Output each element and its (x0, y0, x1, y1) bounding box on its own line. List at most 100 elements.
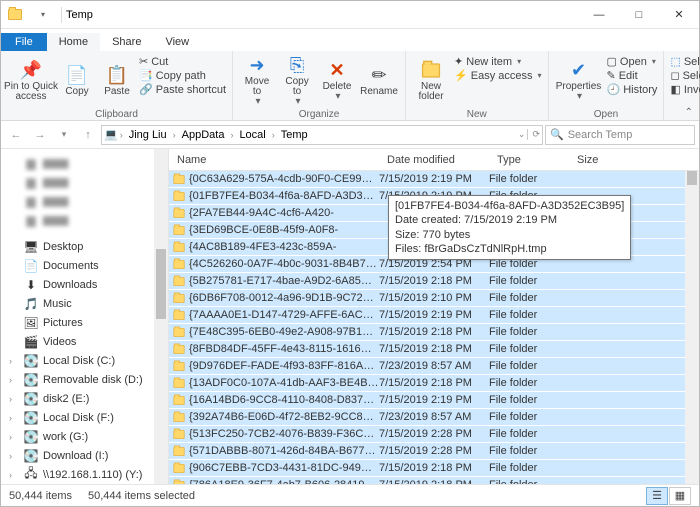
scroll-thumb[interactable] (156, 249, 166, 319)
tree-node[interactable]: ›💽Local Disk (C:) (1, 351, 168, 370)
tab-view[interactable]: View (153, 33, 201, 51)
new-item-button[interactable]: ✦New item▾ (454, 55, 541, 68)
properties-button[interactable]: ✔Properties▾ (553, 53, 605, 107)
file-row[interactable]: {571DABBB-8071-426d-84BA-B6778210...7/15… (169, 443, 699, 460)
expand-icon[interactable]: › (9, 375, 19, 385)
collapse-ribbon-button[interactable]: ⌃ (685, 107, 693, 118)
file-row[interactable]: {392A74B6-E06D-4f72-8EB2-9CC87A7AC...7/2… (169, 409, 699, 426)
chevron-right-icon[interactable]: › (272, 130, 275, 140)
up-button[interactable]: ↑ (77, 124, 99, 146)
tree-label: Download (I:) (43, 450, 108, 462)
col-name[interactable]: Name (169, 154, 379, 166)
paste-shortcut-button[interactable]: 🔗Paste shortcut (139, 83, 226, 96)
copy-button[interactable]: 📄Copy (57, 53, 97, 107)
tree-node[interactable]: ›💽Removable disk (D:) (1, 370, 168, 389)
col-date[interactable]: Date modified (379, 154, 489, 166)
select-all-button[interactable]: ⬚Select all (670, 55, 700, 68)
expand-icon[interactable]: › (9, 413, 19, 423)
file-name: {2FA7EB44-9A4C-4cf6-A420- (189, 207, 379, 219)
file-row[interactable]: {9D976DEF-FADE-4f93-83FF-816A05BE48...7/… (169, 358, 699, 375)
scrollbar[interactable] (685, 171, 699, 484)
dropdown-icon[interactable]: ⌄ (518, 129, 526, 140)
close-button[interactable]: ✕ (659, 1, 699, 29)
tree-node[interactable]: ⬇Downloads (1, 275, 168, 294)
path-seg[interactable]: Local (235, 129, 269, 141)
file-row[interactable]: {786A18E9-36F7-4ab7-B606-28419E7AAE...7/… (169, 477, 699, 484)
file-row[interactable]: {7E48C395-6EB0-49e2-A908-97B15E7A94...7/… (169, 324, 699, 341)
tree-node[interactable]: 📄Documents (1, 256, 168, 275)
chevron-right-icon[interactable]: › (120, 130, 123, 140)
status-bar: 50,444 items 50,444 items selected ☰ ▦ (1, 484, 699, 506)
scroll-thumb[interactable] (687, 171, 697, 185)
file-row[interactable]: {7AAAA0E1-D147-4729-AFFE-6AC5A13233...7/… (169, 307, 699, 324)
recent-button[interactable]: ▾ (53, 124, 75, 146)
select-none-button[interactable]: ◻Select none (670, 69, 700, 82)
expand-icon[interactable]: › (9, 451, 19, 461)
chevron-down-icon[interactable]: ▾ (34, 6, 52, 24)
copy-path-button[interactable]: 📑Copy path (139, 69, 226, 82)
tree-node[interactable]: ›💽work (G:) (1, 427, 168, 446)
search-input[interactable]: 🔍 Search Temp (545, 125, 695, 145)
path-seg[interactable]: Jing Liu (125, 129, 171, 141)
file-row[interactable]: {0C63A629-575A-4cdb-90F0-CE99EE7562...7/… (169, 171, 699, 188)
open-button[interactable]: ▢Open▾ (607, 55, 658, 68)
edit-button[interactable]: ✎Edit (607, 69, 658, 82)
col-type[interactable]: Type (489, 154, 569, 166)
paste-button[interactable]: 📋Paste (97, 53, 137, 107)
tree-node[interactable]: ▆▆▆▆ (1, 153, 168, 172)
tree-node[interactable]: ▆▆▆▆ (1, 210, 168, 229)
history-button[interactable]: 🕘History (607, 83, 658, 96)
refresh-icon[interactable]: ⟳ (527, 129, 540, 140)
tab-file[interactable]: File (1, 33, 47, 51)
file-row[interactable]: {5B275781-E717-4bae-A9D2-6A85B1DD27...7/… (169, 273, 699, 290)
tab-home[interactable]: Home (47, 33, 100, 51)
back-button[interactable]: ← (5, 124, 27, 146)
tree-node[interactable]: ›🖧\\192.168.1.110) (Y:) (1, 465, 168, 484)
tree-node[interactable]: 🎬Videos (1, 332, 168, 351)
thumbnails-view-button[interactable]: ▦ (669, 487, 691, 505)
folder-icon (169, 191, 189, 202)
delete-button[interactable]: ✕Delete▾ (317, 53, 357, 107)
maximize-button[interactable]: □ (619, 1, 659, 29)
address-bar[interactable]: 💻 › Jing Liu › AppData › Local › Temp ⌄ … (101, 125, 543, 145)
tree-node[interactable]: 🎵Music (1, 294, 168, 313)
tree-node[interactable]: 🖥Desktop (1, 237, 168, 256)
details-view-button[interactable]: ☰ (646, 487, 668, 505)
expand-icon[interactable]: › (9, 470, 19, 480)
copy-to-button[interactable]: ⎘Copy to▾ (277, 53, 317, 107)
file-row[interactable]: {513FC250-7CB2-4076-B839-F36CDDB9A...7/1… (169, 426, 699, 443)
file-row[interactable]: {16A14BD6-9CC8-4110-8408-D837AB200...7/1… (169, 392, 699, 409)
file-row[interactable]: {906C7EBB-7CD3-4431-81DC-949D259B4...7/1… (169, 460, 699, 477)
pin-quick-access-button[interactable]: 📌Pin to Quick access (5, 53, 57, 107)
select-all-icon: ⬚ (670, 55, 680, 68)
nav-tree[interactable]: ▆▆▆▆▆▆▆▆▆▆▆▆▆▆▆▆🖥Desktop📄Documents⬇Downl… (1, 149, 169, 484)
file-row[interactable]: {8FBD84DF-45FF-4e43-8115-1616D2A956...7/… (169, 341, 699, 358)
tree-node[interactable]: 🖼Pictures (1, 313, 168, 332)
easy-access-button[interactable]: ⚡Easy access▾ (454, 69, 541, 82)
expand-icon[interactable]: › (9, 394, 19, 404)
minimize-button[interactable]: — (579, 1, 619, 29)
tree-scrollbar[interactable] (154, 149, 168, 484)
expand-icon[interactable]: › (9, 432, 19, 442)
col-size[interactable]: Size (569, 154, 607, 166)
rename-button[interactable]: ✏Rename (357, 53, 401, 107)
file-row[interactable]: {6DB6F708-0012-4a96-9D1B-9C72CE94EB...7/… (169, 290, 699, 307)
tree-node[interactable]: ›💽disk2 (E:) (1, 389, 168, 408)
chevron-right-icon[interactable]: › (173, 130, 176, 140)
tree-node[interactable]: ▆▆▆▆ (1, 191, 168, 210)
tree-node[interactable]: ▆▆▆▆ (1, 172, 168, 191)
tab-share[interactable]: Share (100, 33, 153, 51)
path-seg[interactable]: AppData (178, 129, 229, 141)
tree-node[interactable]: ›💽Local Disk (F:) (1, 408, 168, 427)
expand-icon[interactable]: › (9, 356, 19, 366)
tree-node[interactable]: ›💽Download (I:) (1, 446, 168, 465)
path-seg[interactable]: Temp (277, 129, 312, 141)
ribbon-tabs: File Home Share View (1, 29, 699, 51)
cut-button[interactable]: ✂Cut (139, 55, 226, 68)
move-to-button[interactable]: ➜Move to▾ (237, 53, 277, 107)
new-folder-button[interactable]: New folder (410, 53, 452, 107)
forward-button[interactable]: → (29, 124, 51, 146)
chevron-right-icon[interactable]: › (230, 130, 233, 140)
invert-selection-button[interactable]: ◧Invert selection (670, 83, 700, 96)
file-row[interactable]: {13ADF0C0-107A-41db-AAF3-BE4BF9749...7/1… (169, 375, 699, 392)
